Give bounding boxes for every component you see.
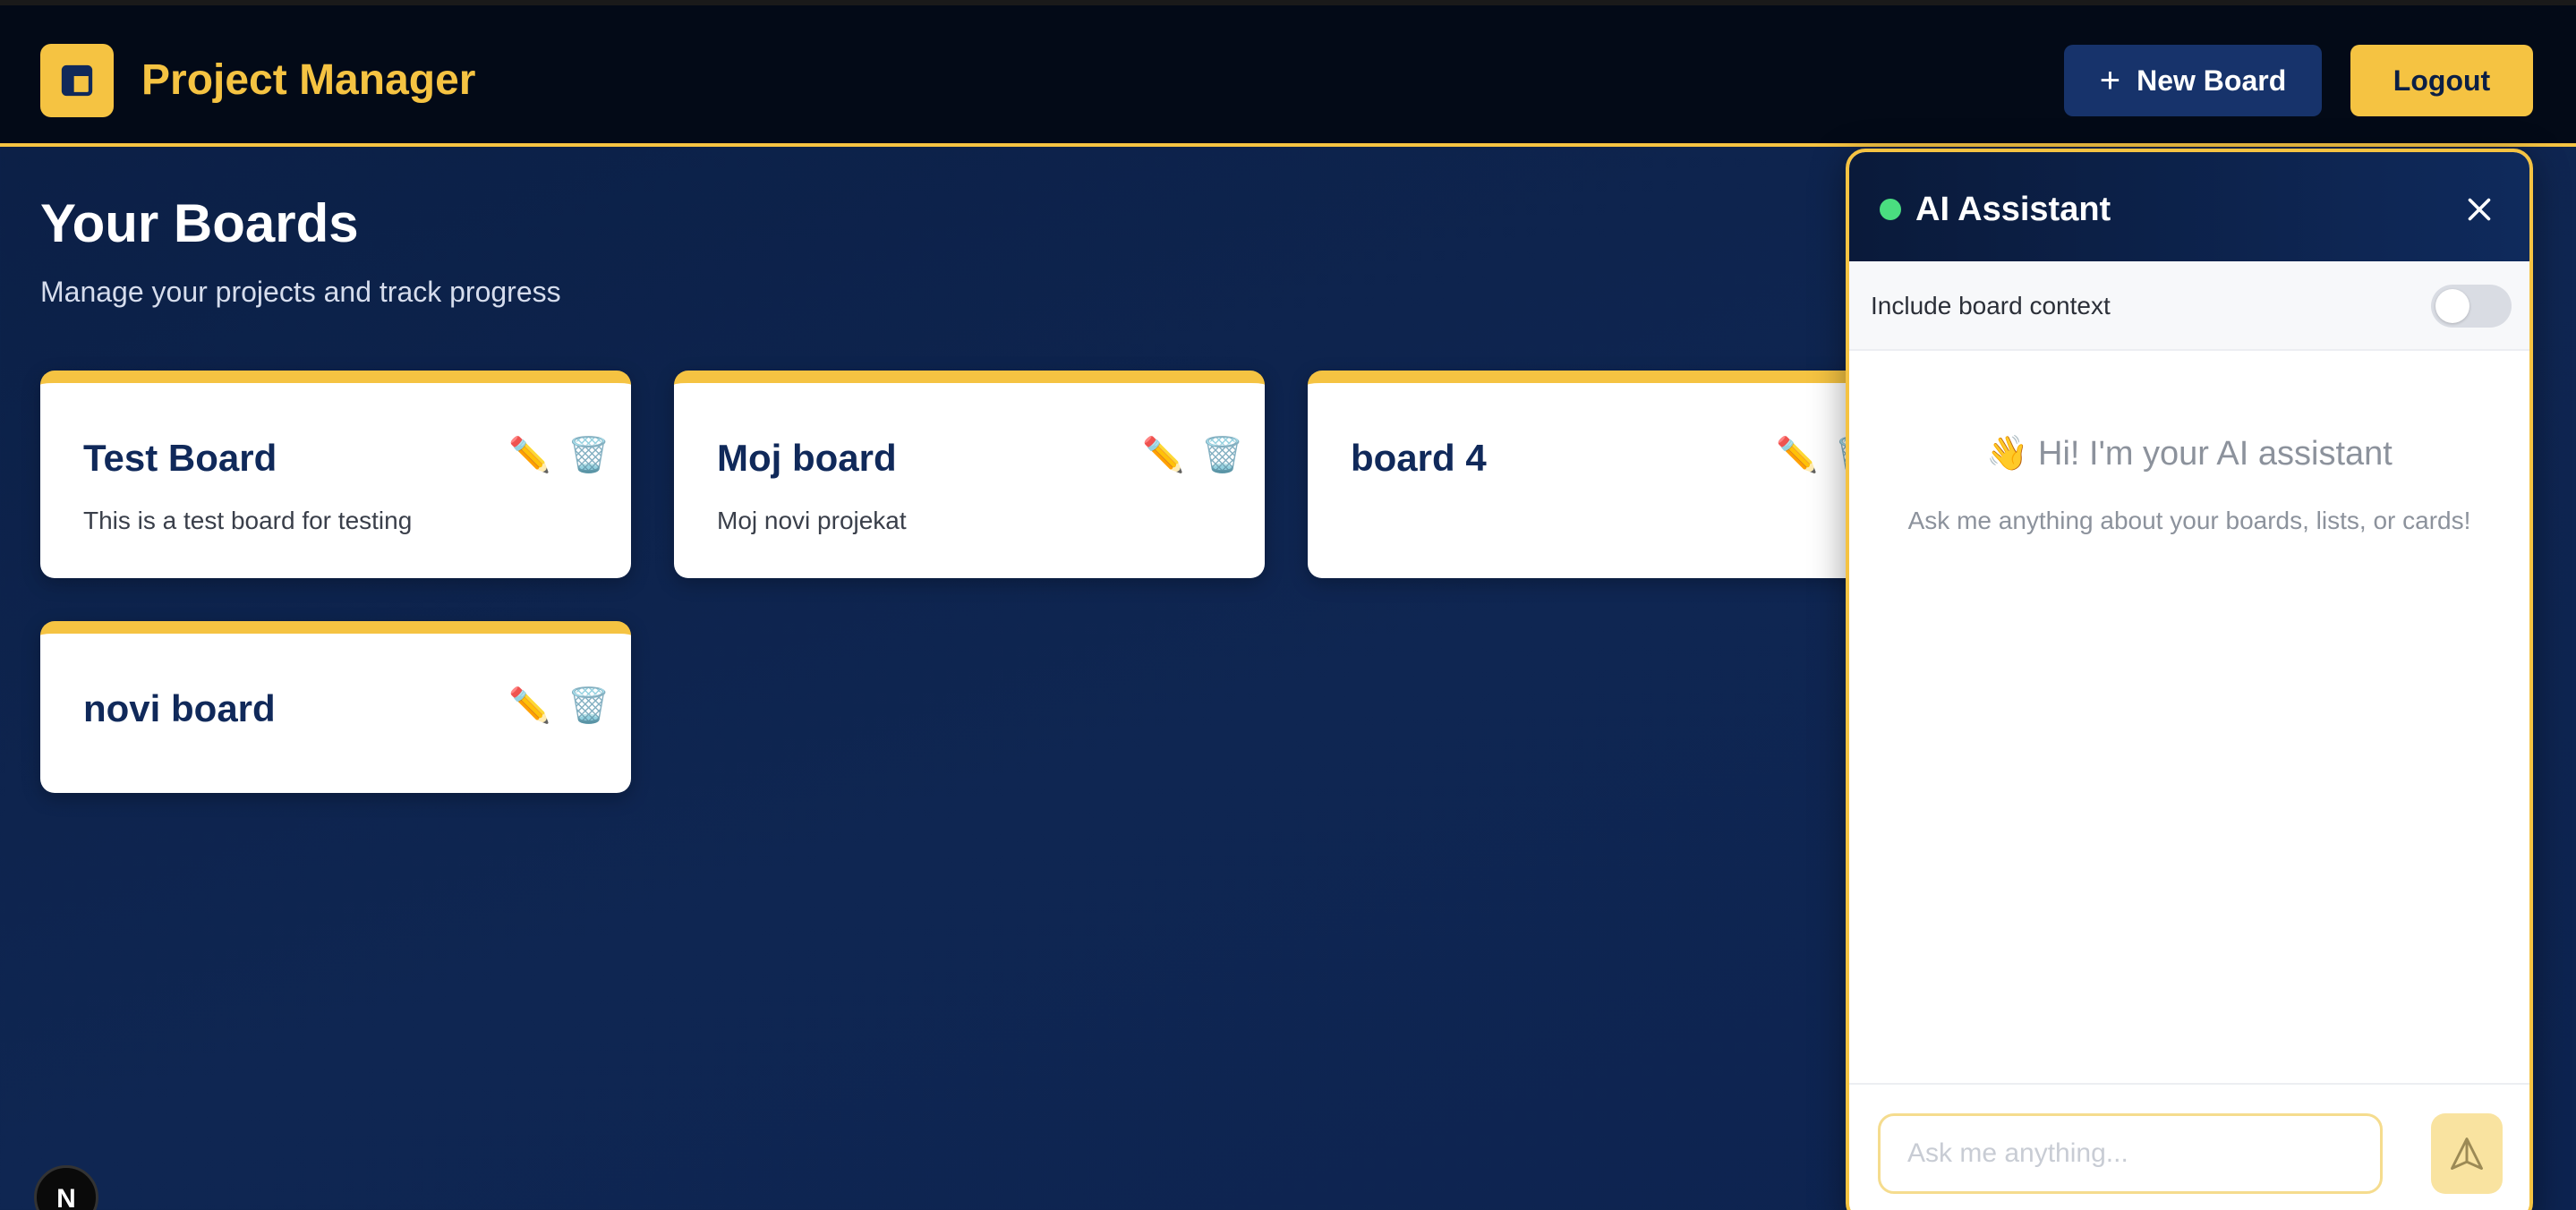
close-icon bbox=[2468, 198, 2491, 221]
delete-board-button[interactable]: 🗑️ bbox=[1200, 433, 1245, 478]
board-context-toggle[interactable] bbox=[2431, 285, 2512, 328]
page-subtitle: Manage your projects and track progress bbox=[40, 276, 561, 308]
trash-icon: 🗑️ bbox=[1201, 437, 1244, 474]
chat-input[interactable] bbox=[1878, 1113, 2383, 1194]
board-name: Moj board bbox=[717, 437, 897, 479]
welcome-subtext: Ask me anything about your boards, lists… bbox=[1907, 507, 2471, 534]
trash-icon: 🗑️ bbox=[567, 437, 610, 474]
chat-composer bbox=[1849, 1083, 2529, 1210]
board-card[interactable]: board 4 ✏️ 🗑️ bbox=[1308, 371, 1898, 578]
board-description: This is a test board for testing bbox=[83, 507, 413, 534]
new-board-button[interactable]: + New Board bbox=[2064, 45, 2322, 116]
edit-board-button[interactable]: ✏️ bbox=[1141, 433, 1186, 478]
board-card[interactable]: novi board ✏️ 🗑️ bbox=[40, 621, 631, 793]
delete-board-button[interactable]: 🗑️ bbox=[567, 684, 611, 729]
delete-board-button[interactable]: 🗑️ bbox=[567, 433, 611, 478]
app-logo[interactable] bbox=[40, 44, 114, 117]
ai-panel-header: AI Assistant bbox=[1849, 152, 2529, 261]
board-card[interactable]: Test Board This is a test board for test… bbox=[40, 371, 631, 578]
online-status-dot bbox=[1880, 199, 1901, 220]
logout-button[interactable]: Logout bbox=[2350, 45, 2533, 116]
ai-assistant-panel: AI Assistant Include board context 👋 Hi!… bbox=[1846, 149, 2533, 1210]
pencil-icon: ✏️ bbox=[508, 687, 551, 725]
edit-board-button[interactable]: ✏️ bbox=[508, 433, 552, 478]
nextjs-dev-badge[interactable]: N bbox=[34, 1165, 98, 1210]
send-icon bbox=[2451, 1138, 2483, 1170]
toggle-knob bbox=[2435, 289, 2469, 323]
board-description: Moj novi projekat bbox=[717, 507, 907, 534]
layout-icon bbox=[61, 64, 93, 97]
trash-icon: 🗑️ bbox=[567, 687, 610, 725]
board-context-row: Include board context bbox=[1849, 261, 2529, 351]
pencil-icon: ✏️ bbox=[1142, 437, 1185, 474]
board-card[interactable]: Moj board Moj novi projekat ✏️ 🗑️ bbox=[674, 371, 1265, 578]
edit-board-button[interactable]: ✏️ bbox=[508, 684, 552, 729]
board-name: Test Board bbox=[83, 437, 277, 479]
app-title[interactable]: Project Manager bbox=[141, 52, 475, 109]
page-title: Your Boards bbox=[40, 193, 359, 253]
ai-panel-title: AI Assistant bbox=[1915, 191, 2111, 228]
edit-board-button[interactable]: ✏️ bbox=[1775, 433, 1820, 478]
send-button[interactable] bbox=[2431, 1113, 2503, 1194]
header-topline bbox=[0, 0, 2576, 5]
pencil-icon: ✏️ bbox=[1776, 437, 1819, 474]
board-name: novi board bbox=[83, 687, 276, 729]
board-context-label: Include board context bbox=[1871, 292, 2111, 320]
top-header: Project Manager + New Board Logout bbox=[0, 0, 2576, 147]
welcome-message: 👋 Hi! I'm your AI assistant bbox=[1986, 435, 2393, 473]
board-name: board 4 bbox=[1351, 437, 1487, 479]
pencil-icon: ✏️ bbox=[508, 437, 551, 474]
plus-icon: + bbox=[2099, 61, 2121, 100]
new-board-label: New Board bbox=[2137, 64, 2287, 97]
close-panel-button[interactable] bbox=[2458, 188, 2501, 231]
